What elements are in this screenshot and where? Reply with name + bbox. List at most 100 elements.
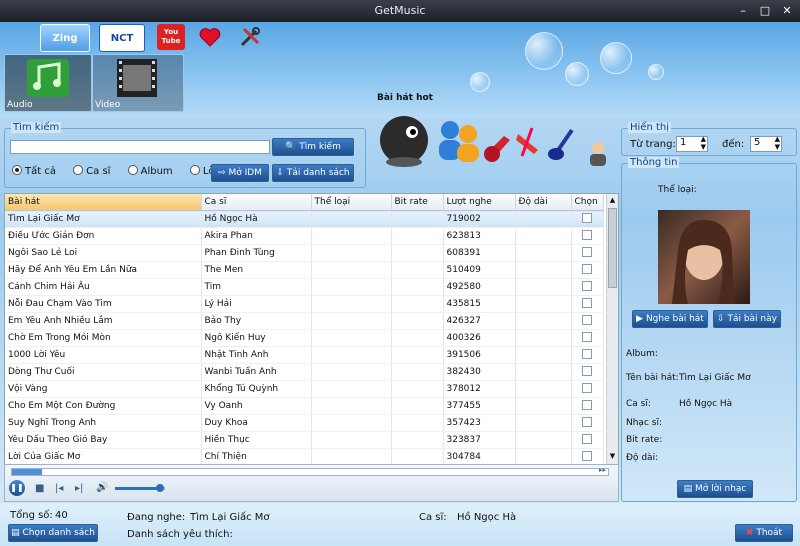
table-row[interactable]: Lời Của Giấc Mơ Chí Thiện 304784 <box>5 448 604 464</box>
search-input[interactable] <box>10 140 270 154</box>
electric-guitar-icon[interactable] <box>548 128 574 160</box>
table-row[interactable]: Tìm Lại Giấc Mơ Hồ Ngọc Hà 719002 <box>5 210 604 228</box>
choose-list-button[interactable]: ▤ Chọn danh sách <box>8 524 98 542</box>
category-label: Video <box>95 100 121 110</box>
user-avatar-icon[interactable] <box>590 142 606 166</box>
search-group-label: Tìm kiếm <box>11 122 62 133</box>
seek-fill <box>12 469 42 475</box>
select-checkbox[interactable] <box>582 365 592 376</box>
scroll-up-icon[interactable]: ▲ <box>608 196 617 206</box>
radio-all[interactable]: Tất cả <box>12 165 56 177</box>
cell-select <box>571 363 604 381</box>
table-row[interactable]: Em Yêu Anh Nhiều Lắm Bảo Thy 426327 <box>5 312 604 330</box>
users-icon[interactable] <box>439 121 479 162</box>
select-checkbox[interactable] <box>582 433 592 444</box>
next-icon[interactable]: ▸| <box>75 483 83 494</box>
select-checkbox[interactable] <box>582 229 592 240</box>
cell-plays: 426327 <box>443 312 516 330</box>
download-song-button[interactable]: ⇩ Tải bài này <box>713 310 781 328</box>
select-checkbox[interactable] <box>582 399 592 410</box>
select-checkbox[interactable] <box>582 212 592 223</box>
spinner-down-icon[interactable]: ▼ <box>701 143 706 151</box>
column-header-select[interactable]: Chọn <box>571 194 604 211</box>
spinner-up-icon[interactable]: ▲ <box>701 135 706 143</box>
seek-bar[interactable] <box>11 468 609 476</box>
category-audio[interactable]: Audio <box>4 54 92 112</box>
favorites-heart-icon[interactable] <box>196 24 224 50</box>
select-checkbox[interactable] <box>582 450 592 461</box>
table-row[interactable]: Vội Vàng Khổng Tú Quỳnh 378012 <box>5 380 604 398</box>
cell-plays: 357423 <box>443 414 516 432</box>
select-checkbox[interactable] <box>582 314 592 325</box>
column-header-bitrate[interactable]: Bit rate <box>391 194 444 211</box>
volume-slider[interactable] <box>115 484 165 492</box>
radio-singer[interactable]: Ca sĩ <box>73 165 110 177</box>
column-header-singer[interactable]: Ca sĩ <box>201 194 312 211</box>
select-checkbox[interactable] <box>582 416 592 427</box>
open-lyrics-button[interactable]: ▤ Mở lời nhạc <box>677 480 753 498</box>
spinner-down-icon[interactable]: ▼ <box>775 143 780 151</box>
scroll-down-icon[interactable]: ▼ <box>608 452 617 462</box>
select-checkbox[interactable] <box>582 382 592 393</box>
table-row[interactable]: Suy Nghĩ Trong Anh Duy Khoa 357423 <box>5 414 604 432</box>
stop-icon[interactable]: ■ <box>35 483 44 494</box>
volume-icon[interactable]: 🔊 <box>96 482 108 493</box>
cell-bitrate <box>391 295 444 313</box>
table-row[interactable]: Cánh Chim Hải Âu Tim 492580 <box>5 278 604 296</box>
to-page-label: đến: <box>722 139 745 150</box>
volume-knob[interactable] <box>156 484 164 492</box>
listen-song-button[interactable]: ▶ Nghe bài hát <box>632 310 708 328</box>
close-button[interactable]: ✕ <box>778 3 796 19</box>
source-tab-youtube[interactable]: You Tube <box>157 24 185 50</box>
spinner-up-icon[interactable]: ▲ <box>775 135 780 143</box>
select-checkbox[interactable] <box>582 348 592 359</box>
guitar-icon[interactable] <box>484 136 510 162</box>
radio-label: Tất cả <box>25 166 56 177</box>
settings-tools-icon[interactable] <box>236 24 264 50</box>
to-page-spinner[interactable]: 5 ▲ ▼ <box>750 135 782 152</box>
source-tab-nct[interactable]: NCT <box>99 24 145 52</box>
select-checkbox[interactable] <box>582 297 592 308</box>
column-header-plays[interactable]: Lượt nghe <box>443 194 516 211</box>
source-tab-zing[interactable]: Zing <box>40 24 90 52</box>
category-video[interactable]: Video <box>92 54 184 112</box>
select-checkbox[interactable] <box>582 331 592 342</box>
table-row[interactable]: Hãy Để Anh Yêu Em Lần Nữa The Men 510409 <box>5 261 604 279</box>
select-checkbox[interactable] <box>582 263 592 274</box>
table-row[interactable]: Yêu Dấu Theo Gió Bay Hiền Thục 323837 <box>5 431 604 449</box>
table-row[interactable]: Dòng Thư Cuối Wanbi Tuấn Anh 382430 <box>5 363 604 381</box>
table-row[interactable]: Ngôi Sao Lẻ Loi Phan Đinh Tùng 608391 <box>5 244 604 262</box>
radio-album[interactable]: Album <box>127 165 173 177</box>
cell-duration <box>515 295 572 313</box>
cell-plays: 378012 <box>443 380 516 398</box>
minimize-button[interactable]: – <box>734 3 752 19</box>
maximize-button[interactable]: □ <box>756 3 774 19</box>
previous-icon[interactable]: |◂ <box>55 483 63 494</box>
table-row[interactable]: 1000 Lời Yêu Nhật Tinh Anh 391506 <box>5 346 604 364</box>
search-scope-radios: Tất cả Ca sĩ Album Lời <box>12 165 217 177</box>
select-checkbox[interactable] <box>582 280 592 291</box>
table-row[interactable]: Cho Em Một Con Đường Vy Oanh 377455 <box>5 397 604 415</box>
cell-genre <box>311 244 392 262</box>
download-list-button[interactable]: ⇩ Tải danh sách <box>272 164 354 182</box>
select-checkbox[interactable] <box>582 246 592 257</box>
play-icon: ▶ <box>636 314 644 324</box>
pause-button[interactable]: ❚❚ <box>9 480 25 496</box>
column-header-song[interactable]: Bài hát <box>5 194 202 211</box>
open-idm-button[interactable]: ⇨ Mở IDM <box>211 164 269 182</box>
table-row[interactable]: Chờ Em Trong Mỏi Mòn Ngô Kiến Huy 400326 <box>5 329 604 347</box>
seek-end-icon[interactable]: ▸▸ <box>599 466 606 474</box>
search-button[interactable]: 🔍 Tìm kiếm <box>272 138 354 156</box>
red-guitar-icon[interactable] <box>516 127 538 157</box>
table-row[interactable]: Điều Ước Giản Đơn Akira Phan 623813 <box>5 227 604 245</box>
scroll-thumb[interactable] <box>608 208 617 288</box>
from-page-spinner[interactable]: 1 ▲ ▼ <box>676 135 708 152</box>
decor-bubble <box>565 62 589 86</box>
column-header-genre[interactable]: Thể loại <box>311 194 392 211</box>
singer-label: Ca sĩ: <box>626 399 651 409</box>
table-scrollbar[interactable]: ▲ ▼ <box>606 194 618 464</box>
column-header-duration[interactable]: Độ dài <box>515 194 572 211</box>
speaker-bird-icon[interactable] <box>380 116 428 167</box>
table-row[interactable]: Nỗi Đau Chạm Vào Tim Lý Hải 435815 <box>5 295 604 313</box>
exit-button[interactable]: ✖ Thoát <box>735 524 793 542</box>
